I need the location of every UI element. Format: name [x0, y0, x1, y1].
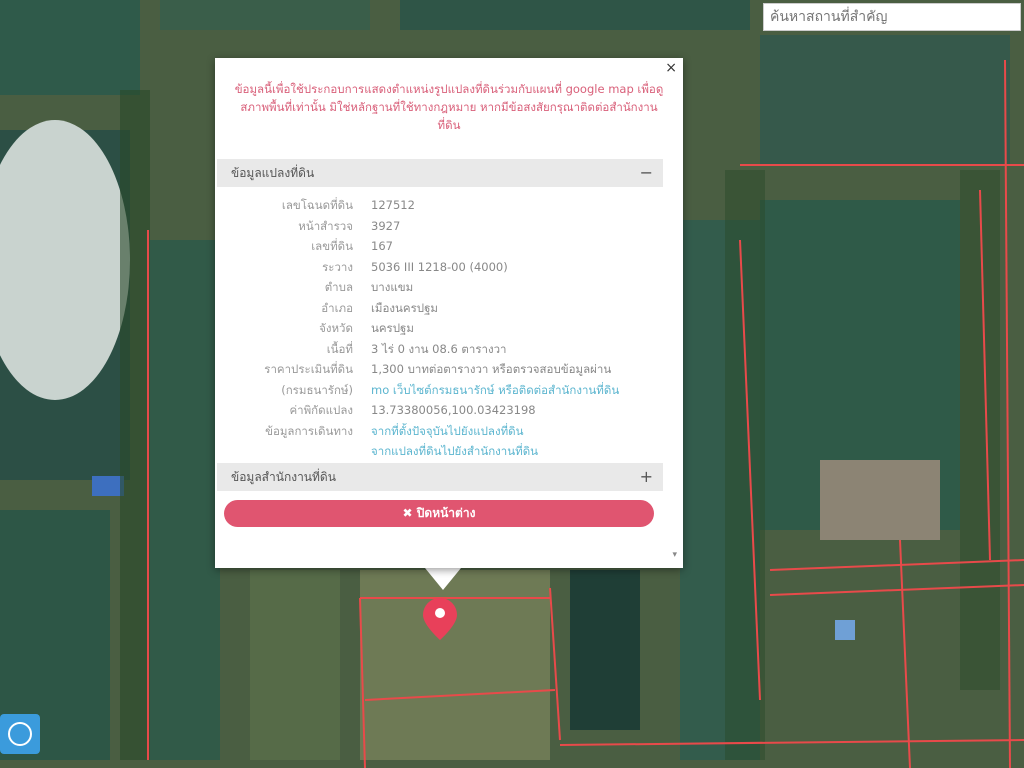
- expand-icon[interactable]: +: [640, 463, 653, 491]
- detail-link[interactable]: จากแปลงที่ดินไปยังสำนักงานที่ดิน: [363, 441, 538, 462]
- detail-row: ราคาประเมินที่ดิน 1,300 บาทต่อตารางวา หรื…: [215, 359, 683, 380]
- detail-value: เมืองนครปฐม: [371, 300, 438, 315]
- detail-value: 127512: [371, 198, 415, 212]
- collapse-icon[interactable]: −: [640, 159, 653, 187]
- section-land-office-header[interactable]: ข้อมูลสำนักงานที่ดิน +: [217, 463, 663, 491]
- scroll-down-icon[interactable]: ▾: [672, 550, 677, 560]
- detail-row: ข้อมูลการเดินทาง จากที่ตั้งปัจจุบันไปยังแ…: [215, 421, 683, 442]
- detail-label: [215, 441, 363, 462]
- detail-label: ระวาง: [322, 259, 353, 274]
- detail-label: ข้อมูลการเดินทาง: [265, 423, 353, 438]
- detail-label: เนื้อที่: [326, 341, 353, 356]
- detail-label: หน้าสำรวจ: [298, 218, 353, 233]
- section-title: ข้อมูลแปลงที่ดิน: [231, 166, 315, 180]
- circle-icon: [8, 722, 32, 746]
- detail-value: 5036 III 1218-00 (4000): [371, 259, 508, 274]
- detail-value: 13.73380056,100.03423198: [371, 403, 536, 417]
- search-input[interactable]: [763, 3, 1021, 31]
- detail-value: บางแขม: [371, 280, 414, 294]
- detail-row: เลขที่ดิน 167: [215, 236, 683, 257]
- detail-value: 167: [371, 239, 393, 253]
- detail-row: (กรมธนารักษ์) mo เว็บไซต์กรมธนารักษ์ หรือ…: [215, 380, 683, 401]
- detail-link[interactable]: จากที่ตั้งปัจจุบันไปยังแปลงที่ดิน: [363, 421, 523, 442]
- detail-label: เลขโฉนดที่ดิน: [281, 198, 353, 212]
- close-icon[interactable]: ×: [665, 60, 677, 76]
- detail-label: ค่าพิกัดแปลง: [289, 403, 353, 417]
- detail-row: เนื้อที่ 3 ไร่ 0 งาน 08.6 ตารางวา: [215, 339, 683, 360]
- detail-label: อำเภอ: [321, 300, 353, 315]
- detail-value: นครปฐม: [371, 321, 414, 335]
- detail-label: เลขที่ดิน: [311, 239, 353, 253]
- detail-row: ตำบล บางแขม: [215, 277, 683, 298]
- detail-link[interactable]: mo เว็บไซต์กรมธนารักษ์ หรือติดต่อสำนักงา…: [363, 380, 619, 401]
- detail-value: 3 ไร่ 0 งาน 08.6 ตารางวา: [371, 341, 507, 356]
- detail-row: จังหวัด นครปฐม: [215, 318, 683, 339]
- parcel-info-popup: × ข้อมูลนี้เพื่อใช้ประกอบการแสดงตำแหน่งร…: [215, 58, 683, 568]
- detail-row: หน้าสำรวจ 3927: [215, 216, 683, 237]
- section-title: ข้อมูลสำนักงานที่ดิน: [231, 470, 336, 484]
- detail-value: 3927: [371, 218, 401, 233]
- detail-row: จากแปลงที่ดินไปยังสำนักงานที่ดิน: [215, 441, 683, 462]
- parcel-details-list: เลขโฉนดที่ดิน 127512 หน้าสำรวจ 3927 เลขที่ดิ…: [215, 195, 683, 462]
- detail-label: ตำบล: [324, 280, 353, 294]
- detail-row: อำเภอ เมืองนครปฐม: [215, 298, 683, 319]
- disclaimer-notice: ข้อมูลนี้เพื่อใช้ประกอบการแสดงตำแหน่งรูป…: [234, 82, 664, 132]
- detail-row: ระวาง 5036 III 1218-00 (4000): [215, 257, 683, 278]
- close-window-button[interactable]: ✖ ปิดหน้าต่าง: [224, 500, 654, 527]
- detail-row: ค่าพิกัดแปลง 13.73380056,100.03423198: [215, 400, 683, 421]
- detail-label: (กรมธนารักษ์): [281, 382, 353, 397]
- popup-arrow: [425, 568, 461, 590]
- section-parcel-info-header[interactable]: ข้อมูลแปลงที่ดิน −: [217, 159, 663, 187]
- detail-label: ราคาประเมินที่ดิน: [264, 362, 353, 376]
- locate-button[interactable]: [0, 714, 40, 754]
- detail-value: 1,300 บาทต่อตารางวา หรือตรวจสอบข้อมูลผ่า…: [371, 362, 612, 376]
- detail-label: จังหวัด: [319, 321, 353, 335]
- detail-row: เลขโฉนดที่ดิน 127512: [215, 195, 683, 216]
